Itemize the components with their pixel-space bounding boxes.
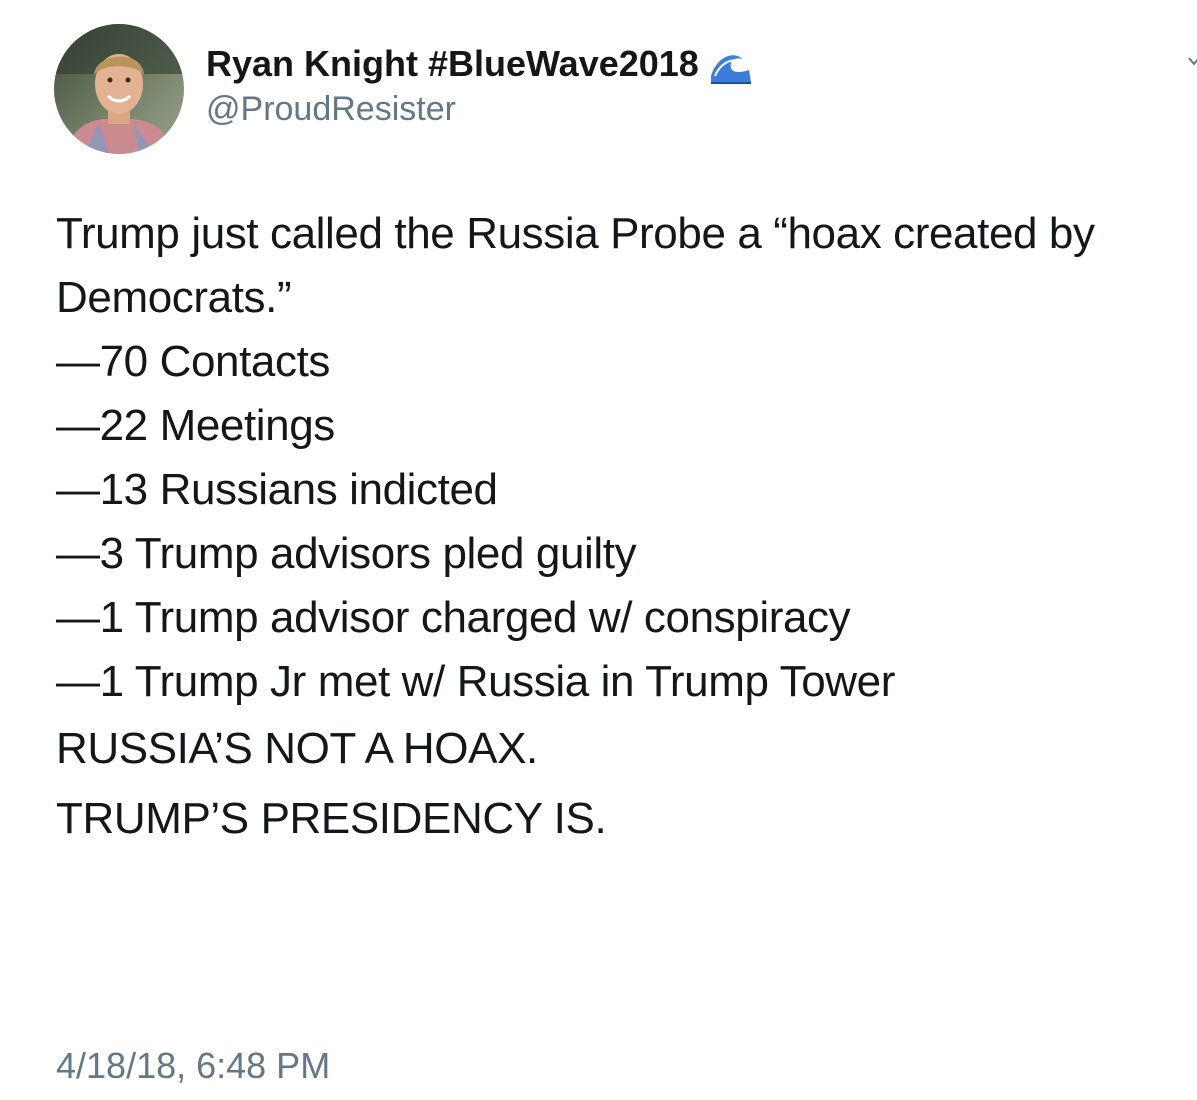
tweet-bullet-item: —1 Trump Jr met w/ Russia in Trump Tower: [56, 657, 895, 706]
tweet-bullet-item: —22 Meetings: [56, 401, 335, 450]
water-wave-icon: [710, 55, 751, 85]
tweet-bullet-item: —1 Trump advisor charged w/ conspiracy: [56, 593, 851, 642]
tweet-bullet-item: —70 Contacts: [56, 337, 331, 386]
avatar[interactable]: [54, 24, 184, 154]
author-handle[interactable]: @ProudResister: [206, 88, 456, 130]
author-display-name[interactable]: Ryan Knight #BlueWave2018: [206, 42, 753, 86]
tweet-outro-line: TRUMP’S PRESIDENCY IS.: [56, 794, 607, 843]
author-display-name-text: Ryan Knight #BlueWave2018: [206, 43, 699, 84]
tweet-timestamp[interactable]: 4/18/18, 6:48 PM: [56, 1042, 330, 1090]
chevron-down-icon[interactable]: [1187, 54, 1197, 68]
tweet-bullet-item: —13 Russians indicted: [56, 465, 498, 514]
tweet-text: Trump just called the Russia Probe a “ho…: [56, 202, 1176, 854]
tweet-bullet-item: —3 Trump advisors pled guilty: [56, 529, 637, 578]
tweet-outro-line: RUSSIA’S NOT A HOAX.: [56, 724, 538, 773]
tweet-intro: Trump just called the Russia Probe a “ho…: [56, 209, 1095, 322]
avatar-image: [54, 24, 184, 154]
tweet-card: Ryan Knight #BlueWave2018 @ProudResister…: [0, 0, 1197, 1100]
